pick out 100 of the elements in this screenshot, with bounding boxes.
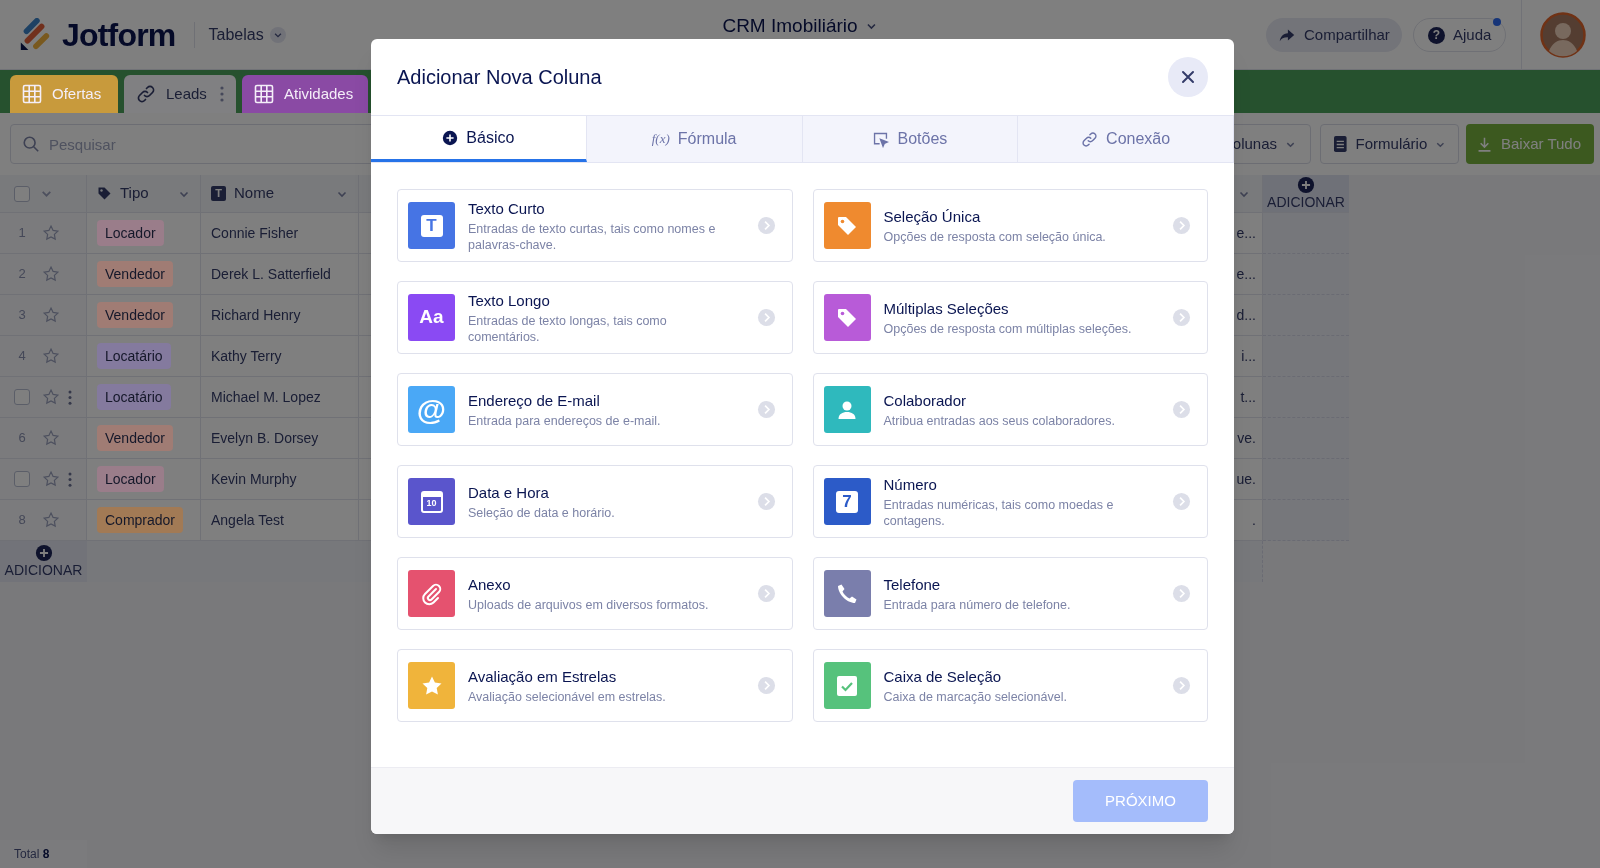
more-icon[interactable] xyxy=(68,471,72,487)
field-type-card[interactable]: T Texto Curto Entradas de texto curtas, tais como nomes e palavras-chave. xyxy=(397,189,793,262)
help-icon: ? xyxy=(1428,26,1445,44)
chevron-right-icon xyxy=(1172,584,1191,603)
add-column-button[interactable]: ADICIONAR xyxy=(1263,175,1349,213)
grid-icon xyxy=(254,84,274,104)
star-icon[interactable] xyxy=(42,429,60,447)
plus-icon xyxy=(34,543,53,562)
logo-text: Jotform xyxy=(62,15,176,55)
field-type-card[interactable]: Colaborador Atribua entradas aos seus colaboradores. xyxy=(812,373,1208,446)
table-cell: Connie Fisher xyxy=(201,213,359,254)
at-sign-icon: @ xyxy=(408,386,455,433)
field-type-card[interactable]: Aa Texto Longo Entradas de texto longas, tais como comentários. xyxy=(397,281,793,354)
checkbox[interactable] xyxy=(14,389,30,405)
grid-icon xyxy=(22,84,42,104)
field-type-card[interactable]: Telefone Entrada para número de telefone. xyxy=(812,557,1208,630)
tag: Comprador xyxy=(97,507,184,533)
field-type-title: Telefone xyxy=(883,575,942,596)
field-type-description: Entrada para número de telefone. xyxy=(883,596,1072,613)
close-button[interactable] xyxy=(1168,57,1208,97)
field-type-card[interactable]: Anexo Uploads de arquivos em diversos formatos. xyxy=(397,557,793,630)
plus-icon xyxy=(442,129,459,146)
field-type-card[interactable]: @ Endereço de E-mail Entrada para endereços de e-mail. xyxy=(397,373,793,446)
star-icon[interactable] xyxy=(42,265,60,283)
field-type-title: Múltiplas Seleções xyxy=(883,299,1010,320)
share-button[interactable]: Compartilhar xyxy=(1266,18,1402,52)
field-type-card[interactable]: 7 Número Entradas numéricas, tais como moedas e contagens. xyxy=(812,465,1208,538)
field-type-card[interactable]: Múltiplas Seleções Opções de resposta com múltiplas seleções. xyxy=(812,281,1208,354)
field-type-card[interactable]: Caixa de Seleção Caixa de marcação selecionável. xyxy=(812,649,1208,722)
tag: Locatário xyxy=(97,384,171,410)
logo-icon xyxy=(18,17,52,52)
chevron-right-icon xyxy=(756,492,776,511)
text-icon: T xyxy=(408,202,455,249)
tag: Locatário xyxy=(97,343,171,369)
number-icon: 7 xyxy=(823,478,871,525)
column-header[interactable]: Tipo xyxy=(87,175,201,213)
download-icon xyxy=(1476,135,1493,153)
star-icon[interactable] xyxy=(42,306,60,324)
field-type-description: Avaliação selecionável em estrelas. xyxy=(468,688,667,705)
column-header[interactable]: T Nome xyxy=(201,175,359,213)
chevron-right-icon xyxy=(756,584,776,603)
checkbox[interactable] xyxy=(14,185,30,202)
tag-icon xyxy=(97,186,112,201)
chevron-right-icon xyxy=(1172,216,1191,235)
search-icon xyxy=(22,135,40,153)
field-type-card[interactable]: 10 Data e Hora Seleção de data e horário. xyxy=(397,465,793,538)
dialog-tab[interactable]: Botões xyxy=(802,116,1019,162)
close-icon xyxy=(1180,69,1196,85)
checkbox[interactable] xyxy=(14,471,30,487)
link-icon xyxy=(1081,130,1099,148)
more-icon[interactable] xyxy=(68,389,72,405)
field-type-description: Caixa de marcação selecionável. xyxy=(883,688,1068,705)
star-icon[interactable] xyxy=(42,224,60,242)
formula-icon: f(x) xyxy=(651,129,670,149)
chevron-right-icon xyxy=(1172,676,1191,695)
star-icon[interactable] xyxy=(42,511,60,529)
field-type-description: Seleção de data e horário. xyxy=(468,504,616,521)
dropdown-button[interactable]: Formulário xyxy=(1320,124,1459,164)
add-row-button[interactable]: ADICIONAR xyxy=(0,541,87,582)
field-type-card[interactable]: Seleção Única Opções de resposta com seleção única. xyxy=(812,189,1208,262)
field-type-title: Colaborador xyxy=(883,391,968,412)
star-icon[interactable] xyxy=(42,388,60,406)
total-count: Total 8 xyxy=(14,846,50,863)
tag: Vendedor xyxy=(97,261,173,287)
more-icon[interactable] xyxy=(220,86,224,102)
table-cell: Kathy Terry xyxy=(201,336,359,377)
chevron-right-icon xyxy=(1172,492,1191,511)
field-type-description: Uploads de arquivos em diversos formatos. xyxy=(468,596,710,613)
table-cell: Evelyn B. Dorsey xyxy=(201,418,359,459)
field-type-description: Opções de resposta com múltiplas seleções. xyxy=(883,320,1133,337)
sheet-tab[interactable]: Ofertas xyxy=(10,75,118,113)
plus-icon xyxy=(1297,175,1315,194)
chevron-right-icon xyxy=(756,400,776,419)
chevron-right-icon xyxy=(756,676,776,695)
star-icon[interactable] xyxy=(42,347,60,365)
sheet-tab[interactable]: Atividades xyxy=(242,75,368,113)
dialog-title: Adicionar Nova Coluna xyxy=(397,65,603,90)
field-type-title: Avaliação em Estrelas xyxy=(468,667,618,688)
sheet-tab[interactable]: Leads xyxy=(124,75,236,113)
field-type-description: Entradas de texto curtas, tais como nomes e palavras-chave. xyxy=(468,220,717,253)
table-cell: Richard Henry xyxy=(201,295,359,336)
field-type-title: Número xyxy=(883,475,938,496)
chevron-right-icon xyxy=(756,308,776,327)
link-icon xyxy=(136,84,156,104)
cursor-icon xyxy=(872,130,890,148)
dialog-tab[interactable]: Conexão xyxy=(1018,116,1234,162)
dialog-tab[interactable]: f(x) Fórmula xyxy=(586,116,803,162)
tag: Vendedor xyxy=(97,425,173,451)
field-type-title: Endereço de E-mail xyxy=(468,391,601,412)
avatar[interactable] xyxy=(1540,12,1586,58)
text-icon: Aa xyxy=(408,294,455,341)
text-icon: T xyxy=(211,186,226,201)
app-title[interactable]: CRM Imobiliário xyxy=(722,14,878,38)
dialog-tab[interactable]: Básico xyxy=(371,116,587,162)
field-type-card[interactable]: Avaliação em Estrelas Avaliação selecionável em estrelas. xyxy=(397,649,793,722)
star-icon[interactable] xyxy=(42,470,60,488)
field-type-title: Anexo xyxy=(468,575,512,596)
tables-menu[interactable]: Tabelas xyxy=(208,22,286,47)
table-cell: Michael M. Lopez xyxy=(201,377,359,418)
field-type-description: Opções de resposta com seleção única. xyxy=(883,228,1107,245)
